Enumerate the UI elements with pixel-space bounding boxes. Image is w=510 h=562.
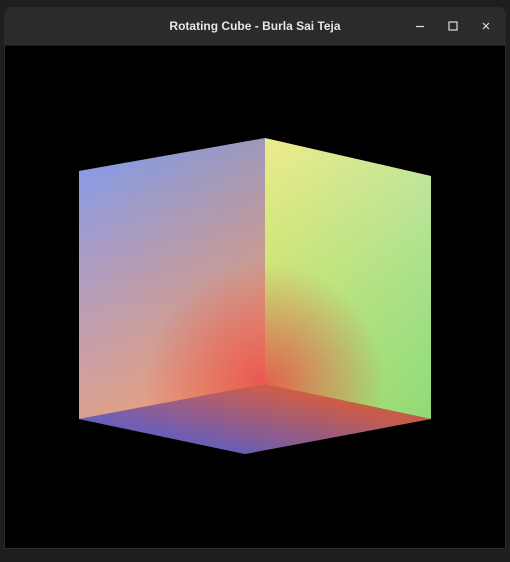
app-window: Rotating Cube - Burla Sai Teja — [5, 8, 505, 548]
cube-scene — [79, 138, 431, 454]
minimize-icon — [416, 25, 424, 28]
maximize-button[interactable] — [442, 15, 464, 37]
cube-face-left — [79, 138, 265, 419]
maximize-icon — [448, 21, 458, 31]
close-icon — [482, 22, 490, 30]
cube-face-right — [265, 138, 431, 419]
close-button[interactable] — [475, 15, 497, 37]
title-bar[interactable]: Rotating Cube - Burla Sai Teja — [5, 8, 505, 46]
minimize-button[interactable] — [409, 15, 431, 37]
desktop: Rotating Cube - Burla Sai Teja — [0, 0, 510, 562]
render-canvas[interactable] — [5, 46, 505, 548]
cube — [79, 138, 431, 454]
